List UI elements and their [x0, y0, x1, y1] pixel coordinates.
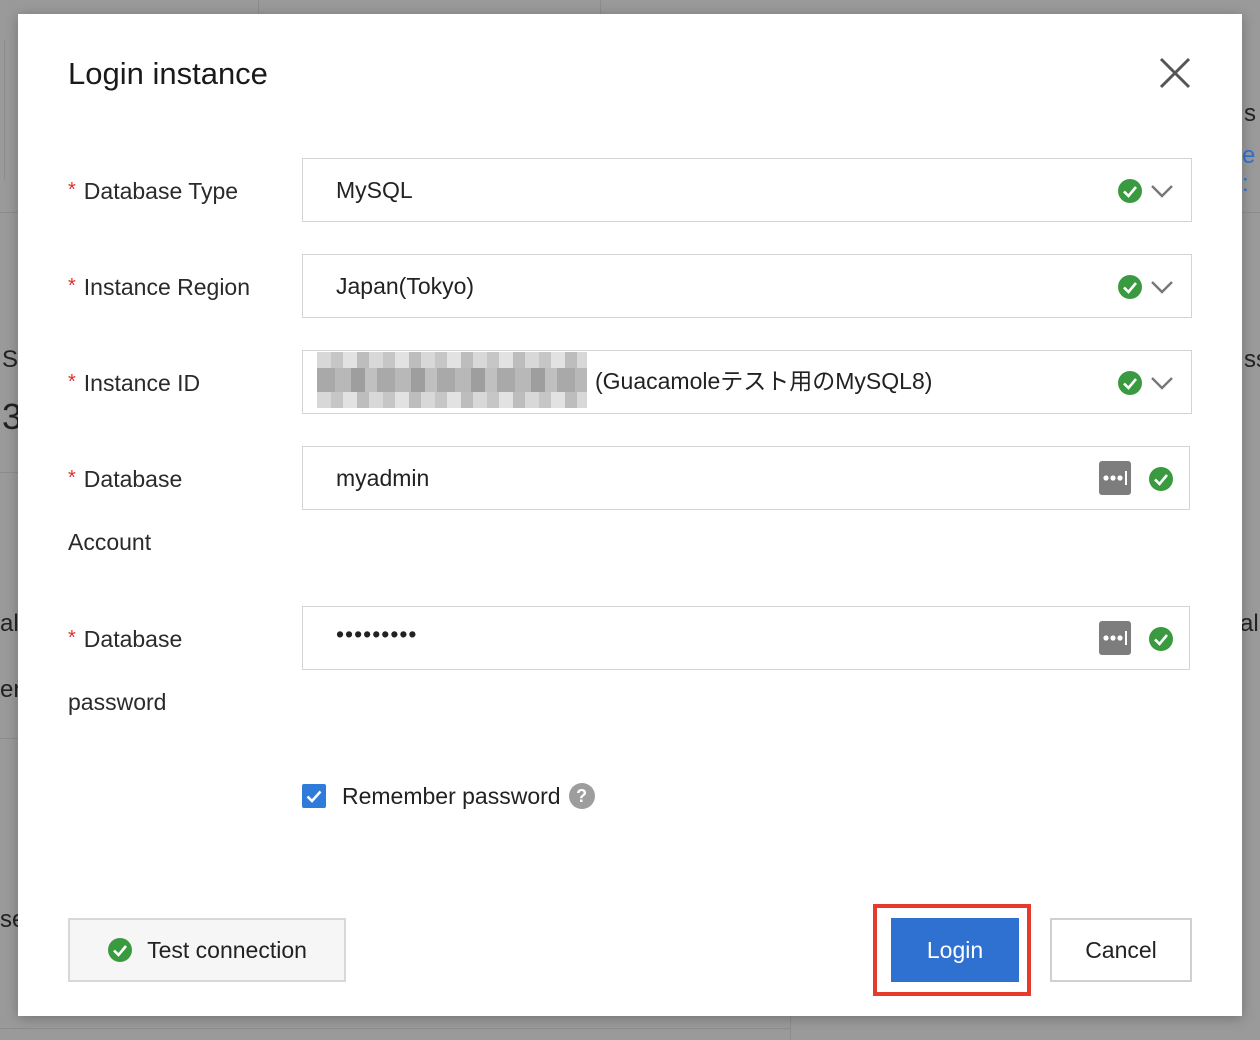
valid-check-icon — [1149, 627, 1173, 651]
login-button[interactable]: Login — [891, 918, 1019, 982]
cancel-button[interactable]: Cancel — [1050, 918, 1192, 982]
database-account-value: myadmin — [336, 465, 430, 491]
chevron-down-icon[interactable] — [1149, 179, 1175, 203]
database-type-label-text: Database Type — [83, 178, 239, 204]
database-password-input[interactable]: ••••••••• — [302, 606, 1190, 670]
password-manager-icon[interactable] — [1099, 621, 1131, 655]
password-manager-icon[interactable] — [1099, 461, 1131, 495]
dialog-title: Login instance — [68, 56, 268, 91]
database-type-select[interactable]: MySQL — [302, 158, 1192, 222]
instance-id-label: * Instance ID — [68, 366, 200, 399]
bg-text-fragment: ss — [1244, 346, 1260, 373]
login-label: Login — [926, 936, 984, 963]
database-password-value: ••••••••• — [336, 621, 418, 647]
instance-region-select[interactable]: Japan(Tokyo) — [302, 254, 1192, 318]
database-account-label: * Database Account — [68, 462, 183, 555]
bg-text-fragment: al — [1240, 610, 1259, 637]
required-asterisk: * — [68, 371, 76, 393]
instance-region-label: * Instance Region — [68, 270, 250, 303]
valid-check-icon — [1118, 275, 1142, 299]
chevron-down-icon[interactable] — [1149, 371, 1175, 395]
remember-password-checkbox[interactable]: Remember password ? — [302, 782, 595, 810]
database-password-label-line1: Database — [83, 626, 183, 652]
valid-check-icon — [1118, 179, 1142, 203]
database-account-label-line2: Account — [68, 529, 152, 555]
remember-password-label: Remember password — [342, 782, 561, 809]
bg-link-fragment: e : — [1242, 142, 1256, 197]
checkbox-checked-icon[interactable] — [302, 784, 326, 808]
cancel-label: Cancel — [1085, 936, 1157, 963]
bg-text-fragment: S — [2, 346, 19, 373]
required-asterisk: * — [68, 179, 76, 201]
bg-text-fragment: s — [1244, 100, 1256, 127]
instance-region-value: Japan(Tokyo) — [336, 273, 475, 299]
required-asterisk: * — [68, 275, 76, 297]
required-asterisk: * — [68, 467, 76, 489]
chevron-down-icon[interactable] — [1149, 275, 1175, 299]
database-account-label-line1: Database — [83, 466, 183, 492]
database-type-label: * Database Type — [68, 174, 238, 207]
close-icon[interactable] — [1158, 56, 1192, 90]
database-password-label: * Database password — [68, 622, 183, 715]
test-connection-label: Test connection — [147, 936, 307, 963]
instance-region-label-text: Instance Region — [83, 274, 251, 300]
help-icon[interactable]: ? — [568, 783, 595, 809]
test-connection-button[interactable]: Test connection — [68, 918, 346, 982]
database-type-value: MySQL — [336, 177, 413, 203]
instance-id-description: (Guacamoleテスト用のMySQL8) — [595, 368, 933, 394]
database-password-label-line2: password — [68, 689, 167, 715]
redacted-instance-id — [317, 351, 587, 408]
required-asterisk: * — [68, 627, 76, 649]
login-instance-dialog: Login instance * Database Type MySQL * Ins… — [18, 14, 1242, 1016]
instance-id-label-text: Instance ID — [83, 370, 201, 396]
instance-id-value: (Guacamoleテスト用のMySQL8) — [317, 351, 933, 411]
database-account-input[interactable]: myadmin — [302, 446, 1190, 510]
valid-check-icon — [1149, 467, 1173, 491]
success-check-icon — [108, 938, 133, 962]
instance-id-select[interactable]: (Guacamoleテスト用のMySQL8) — [302, 350, 1192, 414]
valid-check-icon — [1118, 371, 1142, 395]
